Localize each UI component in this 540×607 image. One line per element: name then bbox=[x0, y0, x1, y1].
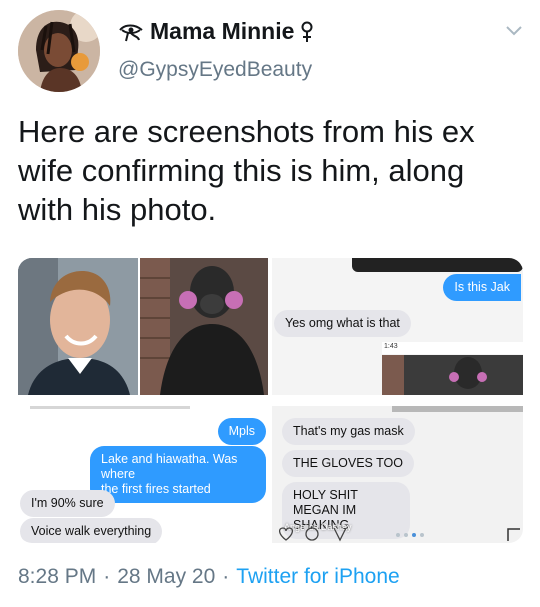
page-dots bbox=[396, 533, 424, 537]
photo-selfie[interactable] bbox=[18, 258, 138, 395]
footer-separator: · bbox=[103, 565, 111, 588]
chevron-down-icon[interactable] bbox=[503, 22, 525, 38]
message-sent: Lake and hiawatha. Was where the first f… bbox=[90, 446, 266, 503]
message-received: I'm 90% sure bbox=[20, 490, 115, 517]
avatar-image bbox=[18, 10, 100, 92]
message-received: Yes omg what is that bbox=[274, 310, 411, 337]
status-bar: 1:43 bbox=[382, 342, 523, 354]
message-line: the first fires started bbox=[101, 482, 211, 496]
message-received: Voice walk everything bbox=[20, 518, 163, 543]
avatar[interactable] bbox=[18, 10, 100, 92]
photo-gas-mask[interactable] bbox=[140, 258, 268, 395]
eye-of-horus-icon bbox=[118, 21, 144, 43]
user-handle[interactable]: @GypsyEyedBeauty bbox=[118, 58, 312, 82]
message-line: Lake and hiawatha. Was where bbox=[101, 452, 238, 481]
corner-icon bbox=[507, 528, 520, 541]
message-sent: Mpls bbox=[217, 418, 266, 445]
reaction-icons bbox=[278, 527, 347, 542]
message-received: That's my gas mask bbox=[282, 418, 415, 445]
footer-separator: · bbox=[222, 565, 230, 588]
tweet-text: Here are screenshots from his ex wife co… bbox=[18, 114, 475, 227]
divider bbox=[30, 406, 190, 409]
user-name-row[interactable]: Mama Minnie bbox=[118, 18, 314, 45]
image-strip bbox=[392, 406, 523, 412]
photo-thumbnail bbox=[382, 355, 523, 395]
image-strip bbox=[352, 258, 523, 272]
tweet-footer: 8:28 PM · 28 May 20 · Twitter for iPhone bbox=[18, 565, 400, 589]
media-grid[interactable]: Is this Jak Yes omg what is that 1:43 Mp… bbox=[18, 258, 523, 543]
message-sent: Is this Jak bbox=[443, 274, 521, 301]
tweet-time[interactable]: 8:28 PM bbox=[18, 565, 96, 589]
chat-screenshot-2[interactable]: Mpls Lake and hiawatha. Was where the fi… bbox=[18, 406, 268, 543]
tweet-date[interactable]: 28 May 20 bbox=[117, 565, 215, 589]
display-name[interactable]: Mama Minnie bbox=[150, 18, 294, 45]
chat-screenshot-1[interactable]: Is this Jak Yes omg what is that 1:43 bbox=[272, 258, 523, 395]
message-received: THE GLOVES TOO bbox=[282, 450, 414, 477]
status-time: 1:43 bbox=[384, 343, 398, 350]
venus-symbol-icon bbox=[300, 21, 314, 43]
chat-screenshot-3[interactable]: That's my gas mask THE GLOVES TOO HOLY S… bbox=[272, 406, 523, 543]
message-line: HOLY SHIT MEGAN IM bbox=[293, 488, 358, 517]
tweet-source-link[interactable]: Twitter for iPhone bbox=[236, 565, 399, 589]
